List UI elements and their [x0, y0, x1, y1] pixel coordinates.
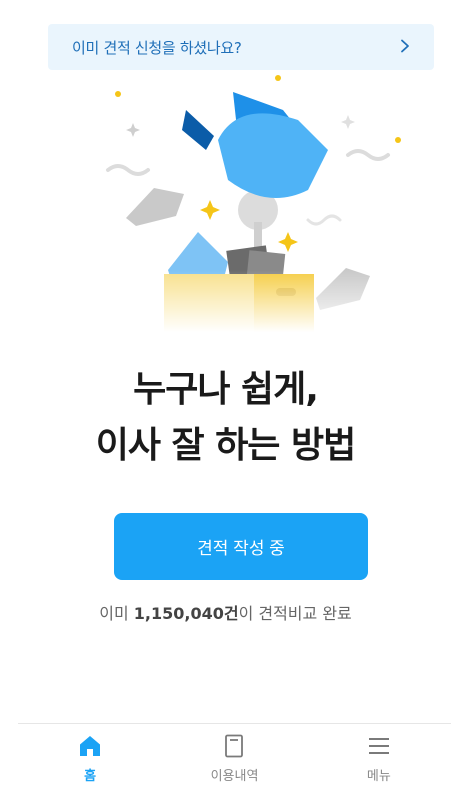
bottom-tab-bar: 홈 이용내역 메뉴 [18, 723, 451, 788]
shoe-shape [126, 188, 184, 226]
sparkle-star [200, 200, 220, 220]
already-applied-banner[interactable]: 이미 견적 신청을 하셨나요? [48, 24, 434, 70]
iron-body [218, 113, 328, 198]
sparkle-star [278, 232, 298, 252]
tab-history-label: 이용내역 [210, 769, 259, 784]
completed-quotes-stat: 이미 1,150,040건이 견적비교 완료 [0, 600, 451, 624]
stat-prefix: 이미 [99, 604, 134, 623]
headline-line-1: 누구나 쉽게, [133, 369, 319, 410]
stat-count: 1,150,040건 [133, 604, 239, 623]
quote-in-progress-button[interactable]: 견적 작성 중 [114, 513, 368, 580]
moving-box-illustration [48, 70, 434, 332]
headline-line-2: 이사 잘 하는 방법 [95, 425, 356, 466]
hamburger-menu-icon [366, 733, 392, 759]
squiggle-decoration [306, 214, 342, 226]
tab-history[interactable]: 이용내역 [162, 724, 306, 788]
squiggle-decoration [106, 164, 150, 176]
sparkle-dot [275, 75, 281, 81]
sparkle-star [341, 115, 355, 129]
sparkle-dot [115, 91, 121, 97]
tab-menu[interactable]: 메뉴 [307, 724, 451, 788]
document-icon [221, 733, 247, 759]
home-icon [77, 733, 103, 759]
banner-text: 이미 견적 신청을 하셨나요? [72, 38, 242, 57]
page-title: 누구나 쉽게, 이사 잘 하는 방법 [0, 362, 451, 474]
sparkle-star [126, 123, 140, 137]
stat-suffix: 이 견적비교 완료 [238, 604, 352, 623]
iron-spout [182, 110, 214, 150]
sparkle-dot [395, 137, 401, 143]
chevron-right-icon [398, 38, 412, 57]
tab-menu-label: 메뉴 [366, 769, 391, 784]
tab-home[interactable]: 홈 [18, 724, 162, 788]
tab-home-label: 홈 [84, 769, 97, 784]
squiggle-decoration [346, 149, 390, 161]
